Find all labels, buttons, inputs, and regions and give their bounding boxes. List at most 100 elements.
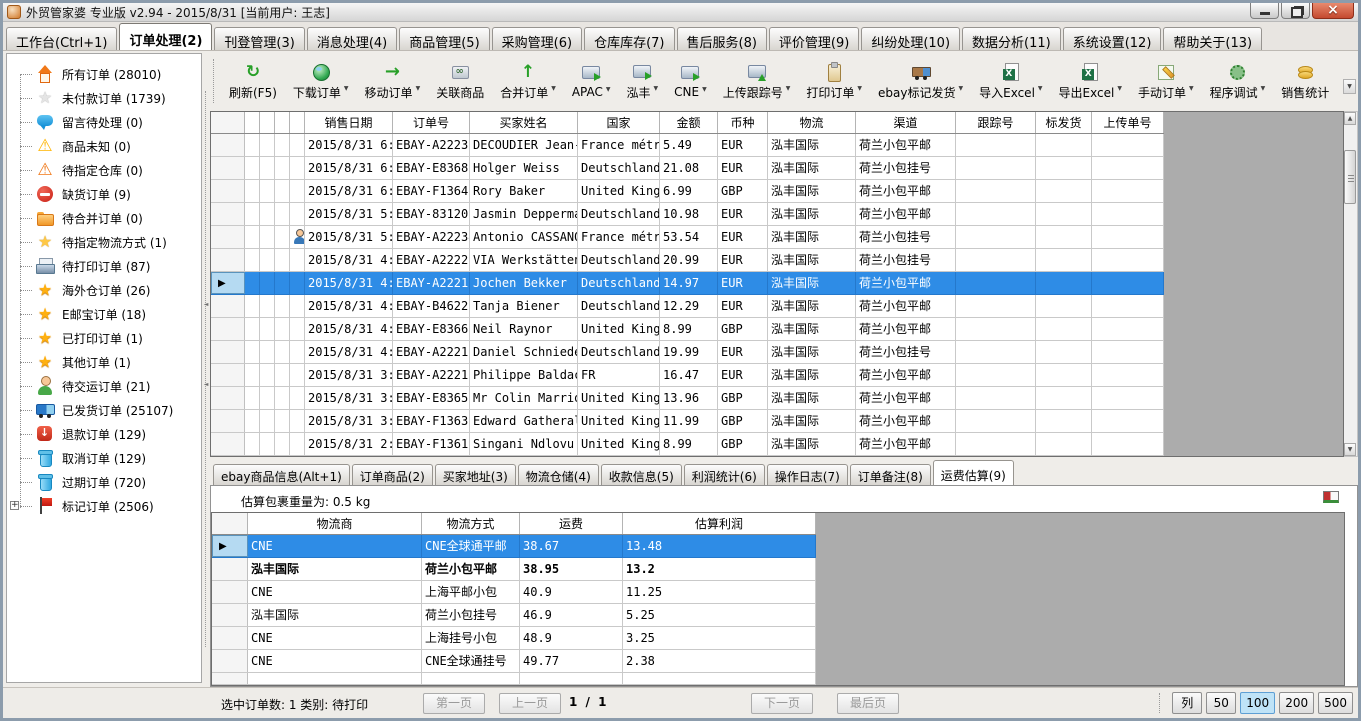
freight-row-2[interactable]: 泓丰国际荷兰小包平邮38.9513.2 [212,558,816,581]
detail-tab-9[interactable]: 运费估算(9) [933,460,1014,485]
menu-tab-7[interactable]: 仓库库存(7) [584,27,674,50]
sidebar-item-16[interactable]: 退款订单 (129) [7,422,201,446]
column-header[interactable]: 销售日期 [305,112,393,133]
dropdown-caret-icon[interactable]: ▼ [857,85,862,92]
detail-tab-4[interactable]: 物流仓储(4) [518,464,599,485]
menu-tab-13[interactable]: 帮助关于(13) [1163,27,1262,50]
detail-tab-1[interactable]: ebay商品信息(Alt+1) [213,464,350,485]
freight-row-5[interactable]: CNE上海挂号小包48.93.25 [212,627,816,650]
menu-tab-3[interactable]: 刊登管理(3) [214,27,304,50]
column-header[interactable]: 跟踪号 [956,112,1036,133]
expand-icon[interactable]: + [10,501,19,510]
row-selector-cell[interactable]: ▶ [211,272,245,294]
menu-tab-5[interactable]: 商品管理(5) [399,27,489,50]
order-row-5[interactable]: 2015/8/31 5:47EBAY-A22234Antonio CASSANO… [211,226,1164,249]
freight-row-6[interactable]: CNECNE全球通挂号49.772.38 [212,650,816,673]
minimize-button[interactable] [1250,3,1279,19]
column-header[interactable]: 买家姓名 [470,112,578,133]
sidebar-item-6[interactable]: 缺货订单 (9) [7,182,201,206]
toolbar-button-2[interactable]: 下载订单▼ [286,58,356,105]
row-selector-cell[interactable] [212,604,248,626]
sidebar-item-4[interactable]: 商品未知 (0) [7,134,201,158]
toolbar-button-12[interactable]: 导入Excel▼ [972,58,1049,105]
column-header[interactable]: 运费 [520,513,623,534]
dropdown-caret-icon[interactable]: ▼ [344,85,349,92]
row-selector-cell[interactable] [212,581,248,603]
sidebar-item-13[interactable]: 其他订单 (1) [7,350,201,374]
toolbar-button-5[interactable]: 合并订单▼ [493,58,563,105]
dropdown-caret-icon[interactable]: ▼ [1038,85,1043,92]
toolbar-button-10[interactable]: 打印订单▼ [799,58,869,105]
toolbar-button-16[interactable]: 销售统计 [1274,58,1336,105]
sidebar-item-2[interactable]: 未付款订单 (1739) [7,86,201,110]
sidebar-item-7[interactable]: 待合并订单 (0) [7,206,201,230]
menu-tab-4[interactable]: 消息处理(4) [307,27,397,50]
dropdown-caret-icon[interactable]: ▼ [654,85,659,92]
dropdown-caret-icon[interactable]: ▼ [1117,85,1122,92]
row-selector-cell[interactable] [212,650,248,672]
freight-row-3[interactable]: CNE上海平邮小包40.911.25 [212,581,816,604]
menu-tab-12[interactable]: 系统设置(12) [1063,27,1162,50]
column-header[interactable]: 金额 [660,112,718,133]
sidebar-item-8[interactable]: 待指定物流方式 (1) [7,230,201,254]
column-header[interactable]: 上传单号 [1092,112,1164,133]
close-button[interactable] [1312,3,1354,19]
dropdown-caret-icon[interactable]: ▼ [1261,85,1266,92]
toolbar-overflow-button[interactable]: ▼ [1343,79,1356,94]
sidebar-item-17[interactable]: 取消订单 (129) [7,446,201,470]
dropdown-caret-icon[interactable]: ▼ [958,85,963,92]
book-icon[interactable] [1323,491,1339,503]
page-size-50[interactable]: 50 [1206,692,1236,714]
detail-tab-3[interactable]: 买家地址(3) [435,464,516,485]
menu-tab-9[interactable]: 评价管理(9) [769,27,859,50]
sidebar-item-10[interactable]: 海外仓订单 (26) [7,278,201,302]
order-row-4[interactable]: 2015/8/31 5:59EBAY-83120...Jasmin Depper… [211,203,1164,226]
row-selector-cell[interactable] [211,157,245,179]
menu-tab-8[interactable]: 售后服务(8) [677,27,767,50]
sidebar-item-5[interactable]: 待指定仓库 (0) [7,158,201,182]
order-row-14[interactable]: 2015/8/31 2:55EBAY-F1361Singani NdlovuUn… [211,433,1164,456]
column-header[interactable]: 物流商 [248,513,422,534]
next-page-button[interactable]: 下一页 [751,693,813,714]
column-header[interactable]: 币种 [718,112,768,133]
order-row-12[interactable]: 2015/8/31 3:30EBAY-E8365Mr Colin Marriot… [211,387,1164,410]
menu-tab-2[interactable]: 订单处理(2) [119,23,212,50]
column-header[interactable]: 估算利润 [623,513,816,534]
row-selector-cell[interactable] [212,627,248,649]
row-selector-cell[interactable] [211,203,245,225]
sidebar-item-15[interactable]: 已发货订单 (25107) [7,398,201,422]
column-header[interactable]: 标发货 [1036,112,1092,133]
dropdown-caret-icon[interactable]: ▼ [551,85,556,92]
freight-row-1[interactable]: ▶CNECNE全球通平邮38.6713.48 [212,535,816,558]
order-row-10[interactable]: 2015/8/31 4:00EBAY-A22218Daniel Schniede… [211,341,1164,364]
detail-tab-2[interactable]: 订单商品(2) [352,464,433,485]
menu-tab-1[interactable]: 工作台(Ctrl+1) [6,27,117,50]
page-size-500[interactable]: 500 [1318,692,1353,714]
toolbar-button-11[interactable]: ebay标记发货▼ [871,58,970,105]
order-row-7[interactable]: ▶2015/8/31 4:46EBAY-A22219Jochen BekkerD… [211,272,1164,295]
freight-row-4[interactable]: 泓丰国际荷兰小包挂号46.95.25 [212,604,816,627]
page-size-列[interactable]: 列 [1172,692,1202,714]
order-row-3[interactable]: 2015/8/31 6:08EBAY-F1364Rory BakerUnited… [211,180,1164,203]
dropdown-caret-icon[interactable]: ▼ [416,85,421,92]
row-selector-cell[interactable] [211,226,245,248]
sidebar-item-19[interactable]: +标记订单 (2506) [7,494,201,518]
toolbar-button-8[interactable]: CNE▼ [667,59,714,103]
row-selector-cell[interactable] [211,387,245,409]
first-page-button[interactable]: 第一页 [423,693,485,714]
sidebar-item-11[interactable]: E邮宝订单 (18) [7,302,201,326]
column-header[interactable]: 渠道 [856,112,956,133]
order-row-11[interactable]: 2015/8/31 3:53EBAY-A22217Philippe Baldac… [211,364,1164,387]
detail-tab-8[interactable]: 订单备注(8) [850,464,931,485]
dropdown-caret-icon[interactable]: ▼ [702,86,707,93]
column-header[interactable]: 物流方式 [422,513,520,534]
menu-tab-6[interactable]: 采购管理(6) [492,27,582,50]
page-size-100[interactable]: 100 [1240,692,1275,714]
toolbar-button-15[interactable]: 程序调试▼ [1203,58,1273,105]
sidebar-item-12[interactable]: 已打印订单 (1) [7,326,201,350]
scroll-up-icon[interactable]: ▲ [1344,112,1356,125]
toolbar-button-14[interactable]: 手动订单▼ [1131,58,1201,105]
sidebar-item-18[interactable]: 过期订单 (720) [7,470,201,494]
dropdown-caret-icon[interactable]: ▼ [786,85,791,92]
row-selector-cell[interactable] [211,134,245,156]
